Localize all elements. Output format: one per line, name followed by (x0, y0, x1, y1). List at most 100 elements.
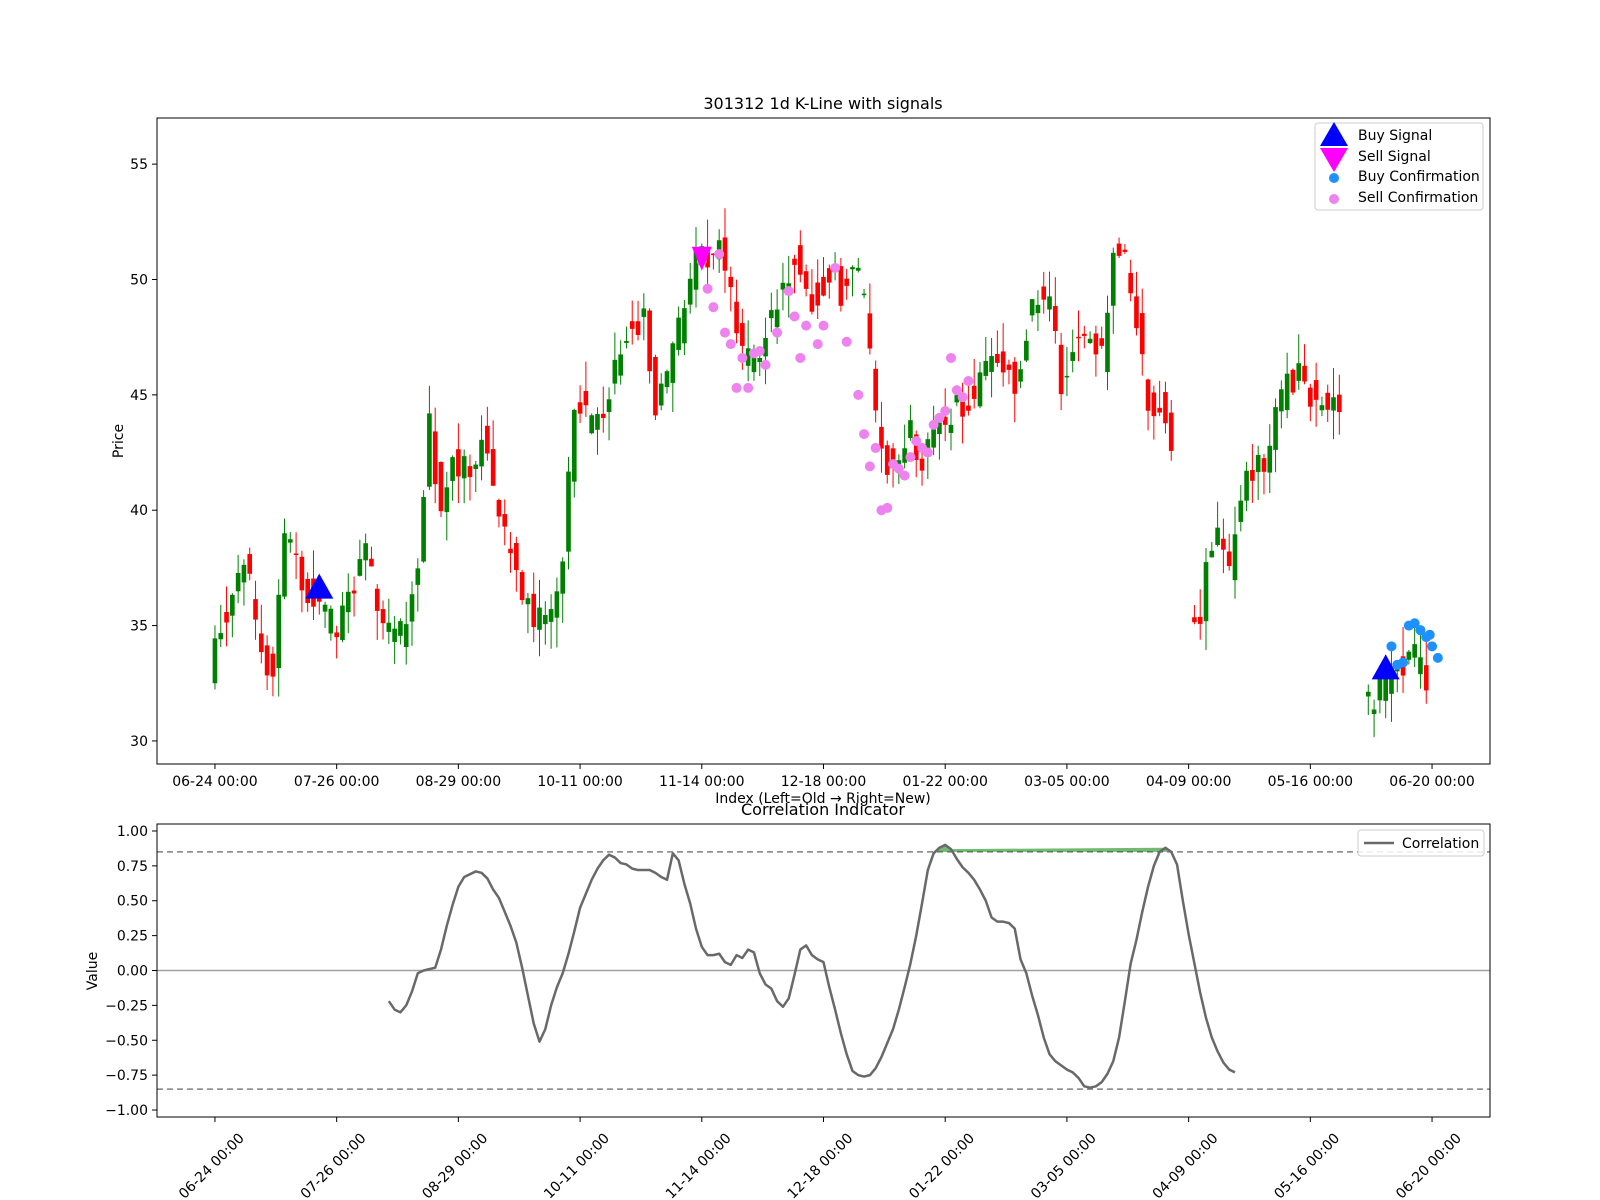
candle-body (1070, 352, 1076, 361)
legend-correlation-label: Correlation (1402, 836, 1479, 852)
price-y-tick-label: 45 (130, 388, 148, 404)
correlation-x-ticks: 06-24 00:00 07-26 00:00 08-29 00:00 10-11 0… (176, 1117, 1465, 1200)
price-x-tick-label: 08-29 00:00 (416, 774, 501, 790)
candle-body (479, 439, 484, 467)
candle-body (629, 321, 635, 329)
correlation-x-tick-label: 06-24 00:00 (176, 1131, 248, 1200)
candle-body (1221, 538, 1226, 550)
candle-body (566, 471, 571, 552)
price-plot-frame (156, 117, 1491, 765)
correlation-y-tick-label: −0.50 (105, 1033, 148, 1049)
candle-body (282, 533, 287, 597)
candle-body (409, 594, 415, 622)
candle-body (983, 360, 989, 376)
buy-confirmation-point (1398, 657, 1409, 668)
correlation-series-line (387, 843, 1236, 1089)
candle-body (873, 368, 878, 411)
price-x-tick-label: 10-11 00:00 (537, 774, 622, 790)
candle-body (212, 638, 218, 684)
candle-body (1371, 709, 1377, 715)
candle-body (740, 323, 745, 346)
candle-body (1105, 312, 1110, 373)
candle-body (844, 278, 850, 286)
candle-body (1284, 373, 1290, 411)
candle-body (235, 572, 241, 592)
correlation-plot-area (157, 843, 1490, 1090)
correlation-x-tick-label: 05-16 00:00 (1271, 1131, 1343, 1200)
candle-body (1197, 616, 1203, 624)
legend-sell-confirmation-label: Sell Confirmation (1358, 190, 1478, 206)
candle-body (1151, 392, 1157, 417)
candle-body (989, 356, 994, 372)
candle-body (224, 611, 229, 623)
candle-body (253, 599, 258, 620)
price-y-axis-label: Price (111, 424, 127, 458)
candle-body (485, 425, 490, 454)
candle-body (427, 413, 432, 487)
candle-body (884, 445, 890, 475)
correlation-y-axis-label: Value (85, 952, 101, 990)
candle-body (908, 420, 913, 438)
candle-body (548, 609, 554, 622)
candle-body (861, 293, 867, 296)
sell-confirmation-point (754, 346, 765, 357)
price-y-tick-label: 50 (130, 273, 148, 289)
candle-body (1377, 677, 1383, 701)
candle-body (340, 605, 345, 641)
candle-body (456, 449, 461, 477)
candle-body (1192, 617, 1197, 623)
candle-body (444, 487, 450, 513)
sell-confirmation-point (760, 359, 771, 370)
sell-confirmation-point (708, 302, 719, 313)
candle-body (774, 309, 780, 328)
candle-body (1093, 333, 1099, 355)
candle-body (496, 499, 502, 517)
candle-body (1290, 369, 1296, 393)
candle-body (1418, 657, 1423, 675)
candle-body (1006, 364, 1012, 370)
sell-confirmation-point (864, 461, 875, 472)
candle-body (855, 267, 861, 271)
sell-confirmation-point (882, 502, 893, 513)
legend-sell-signal-label: Sell Signal (1358, 149, 1431, 165)
candle-body (606, 399, 612, 413)
candle-body (1163, 392, 1168, 424)
candle-body (867, 313, 873, 349)
candle-body (1157, 407, 1162, 413)
candle-body (595, 414, 600, 430)
candle-body (1116, 243, 1122, 256)
candle-body (259, 633, 264, 653)
price-x-tick-label: 01-22 00:00 (902, 774, 987, 790)
candle-body (560, 561, 566, 594)
candle-body (612, 359, 618, 384)
candle-body (525, 598, 531, 605)
correlation-chart-title: Correlation Indicator (741, 800, 905, 819)
price-legend: Buy Signal Sell Signal Buy Confirmation … (1314, 122, 1484, 211)
candle-body (1261, 458, 1267, 472)
buy-confirmation-point (1432, 652, 1443, 663)
candle-body (415, 568, 421, 585)
figure: 301312 1d K-Line with signals 30 35 40 45 50… (85, 94, 1491, 1200)
sell-confirmation-point (743, 382, 754, 393)
candle-body (1128, 273, 1133, 294)
price-y-ticks: 30 35 40 45 50 55 (130, 157, 157, 750)
candle-body (438, 461, 444, 512)
candle-body (502, 514, 508, 527)
price-x-tick-label: 07-26 00:00 (294, 774, 379, 790)
sell-confirmation-point (737, 352, 748, 363)
candle-body (577, 402, 583, 414)
candle-body (682, 308, 687, 344)
candle-body (1087, 338, 1093, 343)
candle-body (1058, 344, 1064, 395)
candle-body (386, 622, 392, 632)
candle-body (1099, 338, 1105, 346)
sell-confirmation-point (841, 336, 852, 347)
candle-body (1250, 470, 1255, 481)
candle-body (1122, 249, 1128, 252)
price-chart-title: 301312 1d K-Line with signals (703, 94, 942, 113)
candle-body (687, 278, 693, 305)
candle-body (345, 591, 351, 613)
candle-body (450, 457, 455, 481)
correlation-y-tick-label: 0.75 (117, 859, 148, 875)
correlation-y-tick-label: 0.00 (117, 964, 148, 980)
